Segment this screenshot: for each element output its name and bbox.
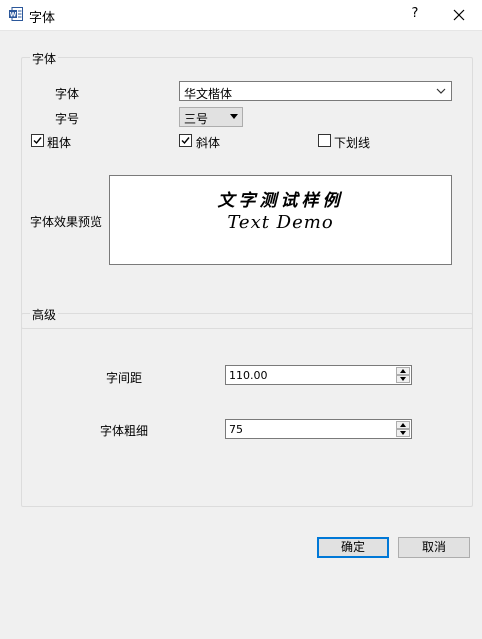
word-doc-icon: W — [9, 7, 23, 21]
bold-checkbox[interactable] — [31, 134, 44, 147]
preview-label: 字体效果预览 — [30, 215, 103, 229]
spin-down-icon[interactable] — [396, 429, 410, 437]
dialog-body: 字体 字体 华文楷体 字号 三号 粗体 斜体 下划线 字体效果预览 文字测试样例… — [0, 30, 482, 639]
size-combobox[interactable]: 三号 — [179, 107, 243, 127]
spacing-spinbox[interactable]: 110.00 — [225, 365, 412, 385]
weight-spinbox[interactable]: 75 — [225, 419, 412, 439]
italic-checkbox[interactable] — [179, 134, 192, 147]
underline-checkbox[interactable] — [318, 134, 331, 147]
preview-chinese-text: 文字测试样例 — [217, 191, 344, 211]
size-label: 字号 — [55, 112, 80, 126]
preview-english-text: Text Demo — [227, 212, 334, 233]
underline-label[interactable]: 下划线 — [334, 134, 370, 151]
spin-up-icon[interactable] — [396, 367, 410, 375]
spacing-label: 字间距 — [106, 371, 143, 385]
help-button[interactable]: ? — [405, 3, 425, 25]
title-bar: W 字体 ? — [0, 0, 482, 30]
weight-value: 75 — [229, 423, 243, 436]
check-icon — [181, 137, 190, 145]
font-group-title: 字体 — [30, 50, 59, 67]
italic-label[interactable]: 斜体 — [196, 134, 220, 151]
svg-text:W: W — [10, 12, 17, 19]
chevron-down-icon — [434, 82, 448, 100]
size-combobox-value: 三号 — [184, 112, 209, 126]
spin-buttons — [396, 367, 410, 383]
cancel-button[interactable]: 取消 — [398, 537, 470, 558]
font-label: 字体 — [55, 87, 80, 101]
font-combobox-value: 华文楷体 — [184, 87, 233, 101]
spin-up-icon[interactable] — [396, 421, 410, 429]
font-preview-box: 文字测试样例 Text Demo — [109, 175, 452, 265]
weight-label: 字体粗细 — [100, 424, 149, 438]
spin-down-icon[interactable] — [396, 375, 410, 383]
bold-label[interactable]: 粗体 — [47, 134, 71, 151]
close-icon — [453, 7, 465, 21]
dropdown-arrow-icon — [230, 114, 238, 119]
ok-button[interactable]: 确定 — [317, 537, 389, 558]
window-title: 字体 — [29, 11, 56, 26]
spacing-value: 110.00 — [229, 369, 268, 382]
advanced-group-title: 高级 — [30, 306, 59, 323]
spin-buttons — [396, 421, 410, 437]
font-combobox[interactable]: 华文楷体 — [179, 81, 452, 101]
close-button[interactable] — [446, 3, 472, 25]
check-icon — [33, 137, 42, 145]
advanced-group: 高级 — [21, 306, 473, 507]
